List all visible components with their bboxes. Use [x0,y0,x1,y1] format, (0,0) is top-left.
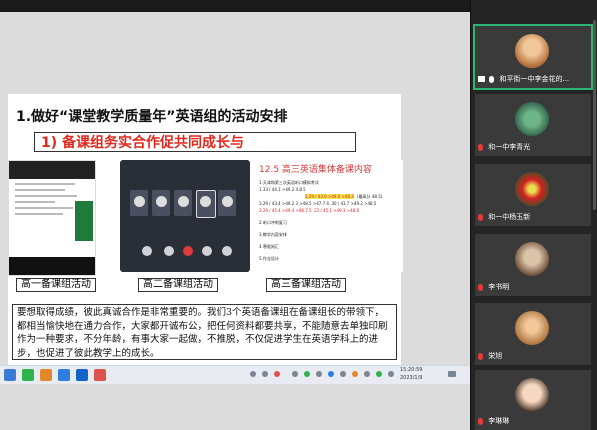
caption-grade1: 高一备课组活动 [16,278,96,292]
participant-avatar [515,102,549,136]
participant-avatar [515,311,549,345]
folder-icon[interactable] [40,369,52,381]
slide-subtitle: 1) 备课组务实合作促共同成长与 [34,132,356,152]
grade3-heading: 12.5 高三英语集体备课内容 [259,165,372,175]
screen-share-icon [478,76,485,82]
grade3-row: 3.29 / 43.4 >49.2 3 >48.5 >47.7 4 .30 / … [259,201,377,206]
grade3-highlight: 2.29 / 43.6 >49.0 >48.3 [305,194,354,199]
participant-scrollbar[interactable] [593,20,596,210]
meeting-app-icon[interactable] [76,369,88,381]
caption-grade2: 高二备课组活动 [138,278,218,292]
wechat-icon[interactable] [22,369,34,381]
participant-avatar [515,172,549,206]
participant-tile[interactable]: 李琳琳 [475,370,591,430]
mic-muted-icon [478,352,483,360]
taskbar-clock[interactable]: 15:20:59 2023/1/9 [400,366,422,382]
participant-name: 和一中杨玉新 [488,213,531,221]
participant-name-bar: 和平街一中李金花的... [478,74,569,85]
mic-muted-icon [478,283,483,291]
grade3-row: (最高分 48.5) [357,194,383,199]
participant-tile[interactable]: 和一中李青光 [475,94,591,156]
shared-screen: 1.做好“课堂教学质量年”英语组的活动安排 1) 备课组务实合作促共同成长与 1… [0,12,470,430]
participant-name: 和平街一中李金花的... [499,75,570,83]
grade3-row: 1.33 / 44.1 >49.2 4.8.5 [259,187,306,192]
slide-paragraph: 要想取得成绩，彼此真诚合作是非常重要的。我们3个英语备课组在备课组长的带领下，都… [12,304,397,360]
participant-avatar [515,378,549,412]
participant-name-bar: 和一中李青光 [478,142,530,153]
tray-icon[interactable] [352,371,358,377]
participant-name: 栄旭 [488,352,503,360]
participant-name-bar: 栄旭 [478,351,502,362]
mic-muted-icon [478,417,483,425]
slide-title: 1.做好“课堂教学质量年”英语组的活动安排 [16,109,288,125]
caption-grade3: 高三备课组活动 [266,278,346,292]
tray-icon[interactable] [292,371,298,377]
browser-icon[interactable] [58,369,70,381]
clock-date: 2023/1/9 [400,375,423,381]
participant-tile[interactable]: 栄旭 [475,303,591,365]
tray-icon[interactable] [250,371,256,377]
grade1-screenshot [8,160,96,276]
participant-name-bar: 李书明 [478,282,509,293]
mic-muted-icon [478,213,483,221]
participant-avatar [515,242,549,276]
grade3-row: 3.29 / 45.4 >49.4 >48.7 5 .23 / 45.1 >49… [259,208,360,213]
grade2-screenshot [120,160,250,272]
participant-avatar [515,34,549,68]
tray-icon[interactable] [376,371,382,377]
participant-tile[interactable]: 和平街一中李金花的... [473,24,593,90]
tray-icon[interactable] [262,371,268,377]
grade3-screenshot: 12.5 高三英语集体备课内容 1.天津和第三次英语听口模拟考试 1.33 / … [253,160,403,272]
participant-tile[interactable]: 和一中杨玉新 [475,164,591,226]
meeting-topbar [0,0,470,12]
tray-icon[interactable] [340,371,346,377]
mic-icon [489,75,495,83]
tray-icon[interactable] [388,371,394,377]
grade3-row: 3.教学内容安排 [259,232,287,237]
tray-icon[interactable] [274,371,280,377]
presentation-app-icon[interactable] [94,369,106,381]
participant-name-bar: 和一中杨玉新 [478,212,530,223]
participant-name: 和一中李青光 [488,143,531,151]
grade3-row: 4.寒假阅汇 [259,244,279,249]
windows-taskbar: 15:20:59 2023/1/9 [0,365,470,385]
tray-icon[interactable] [364,371,370,377]
presentation-slide: 1.做好“课堂教学质量年”英语组的活动安排 1) 备课组务实合作促共同成长与 1… [8,94,403,365]
grade3-row: 1.天津和第三次英语听口模拟考试 [259,180,319,185]
participant-name: 李琳琳 [488,417,510,425]
tray-icon[interactable] [304,371,310,377]
tray-icon[interactable] [328,371,334,377]
participant-tile[interactable]: 李书明 [475,234,591,296]
notification-icon[interactable] [448,371,456,377]
mic-muted-icon [478,143,483,151]
screen-bottom-area [0,384,470,430]
clock-time: 15:20:59 [400,367,423,373]
participant-name-bar: 李琳琳 [478,416,509,427]
participant-name: 李书明 [488,283,510,291]
tray-icon[interactable] [316,371,322,377]
grade3-row: 2.听口冲刺复习 [259,220,287,225]
start-icon[interactable] [4,369,16,381]
grade3-row: 5.作业设计 [259,256,279,261]
